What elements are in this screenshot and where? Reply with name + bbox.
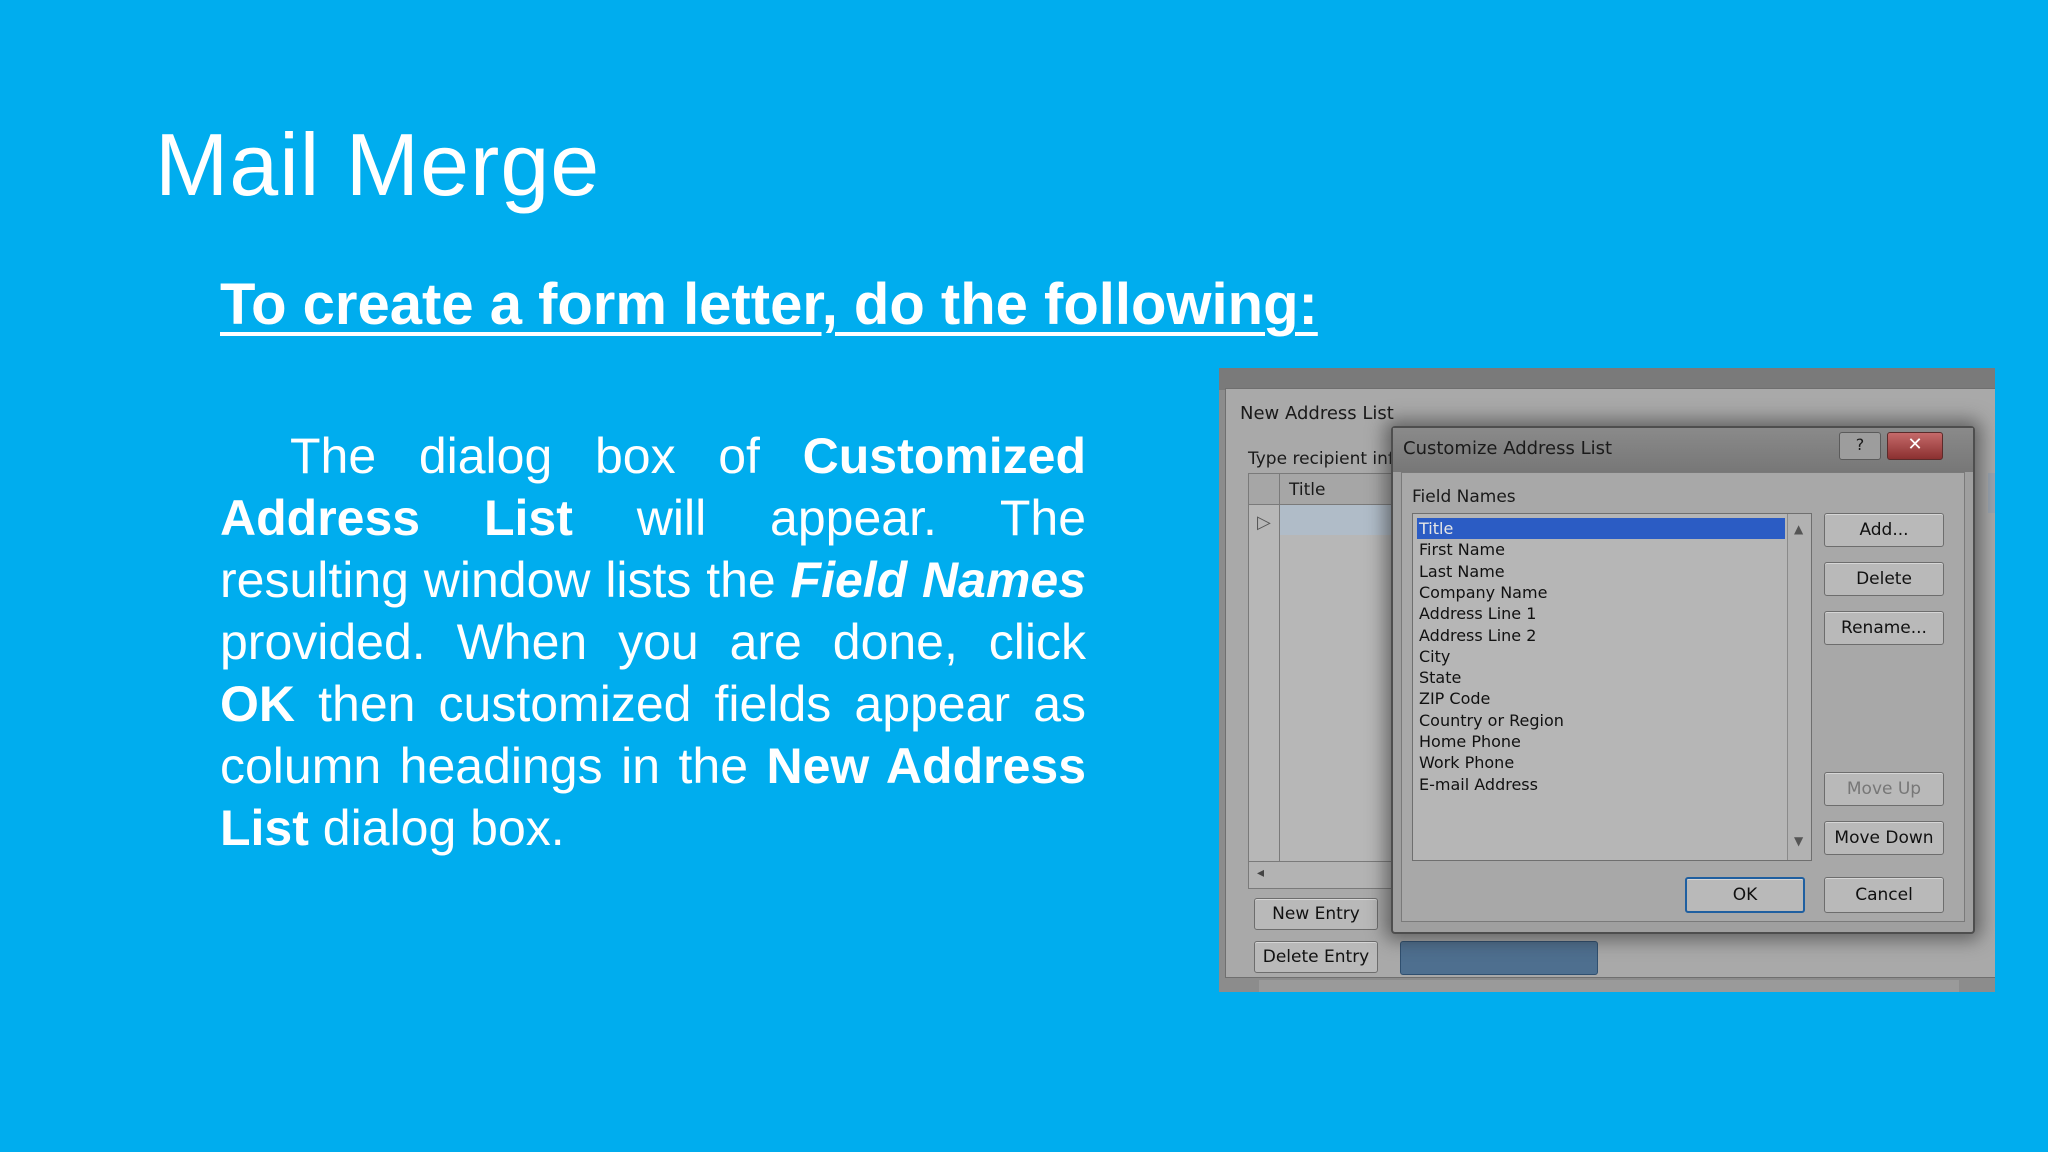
body-run: The dialog box of (290, 428, 803, 484)
field-list-item[interactable]: Company Name (1417, 582, 1785, 603)
scroll-up-icon[interactable]: ▲ (1794, 522, 1803, 536)
field-list-item[interactable]: Address Line 2 (1417, 625, 1785, 646)
field-list-item[interactable]: Title (1417, 518, 1785, 539)
body-bold-italic-field-names: Field Names (790, 552, 1087, 608)
screenshot-bottom-bar (1259, 980, 1959, 992)
field-list-item[interactable]: Work Phone (1417, 752, 1785, 773)
new-address-list-title: New Address List (1240, 403, 1394, 424)
move-up-button[interactable]: Move Up (1824, 772, 1944, 806)
list-vertical-scrollbar[interactable]: ▲ ▼ (1787, 514, 1811, 860)
scroll-down-icon[interactable]: ▼ (1794, 834, 1803, 848)
scroll-left-icon[interactable]: ◂ (1257, 865, 1264, 881)
customize-columns-button[interactable] (1400, 941, 1598, 975)
field-list-item[interactable]: Last Name (1417, 561, 1785, 582)
dialog-title: Customize Address List (1403, 438, 1613, 459)
field-names-label: Field Names (1412, 487, 1516, 507)
dialog-body: Field Names ▲ ▼ Title First Name Last Name… (1401, 472, 1965, 922)
screenshot-top-bar (1219, 368, 1995, 390)
body-bold-ok: OK (220, 676, 295, 732)
type-recipient-label: Type recipient info (1248, 449, 1405, 469)
delete-button[interactable]: Delete (1824, 562, 1944, 596)
slide-subtitle: To create a form letter, do the followin… (220, 272, 1318, 337)
body-run: dialog box. (308, 800, 565, 856)
row-pointer-icon: ▷ (1257, 512, 1271, 533)
move-down-button[interactable]: Move Down (1824, 821, 1944, 855)
slide-body-text: The dialog box of Customized Address Lis… (220, 425, 1086, 859)
field-list-item[interactable]: E-mail Address (1417, 774, 1785, 795)
cancel-button[interactable]: Cancel (1824, 877, 1944, 913)
customize-address-list-dialog: Customize Address List ? ✕ Field Names ▲… (1391, 426, 1975, 934)
dialog-title-bar[interactable]: Customize Address List ? ✕ (1393, 428, 1973, 472)
field-list-item[interactable]: State (1417, 667, 1785, 688)
field-names-list[interactable]: ▲ ▼ Title First Name Last Name Company Name… (1412, 513, 1812, 861)
dialog-screenshot: New Address List Type recipient info Tit… (1219, 368, 1995, 992)
field-list-item[interactable]: Address Line 1 (1417, 603, 1785, 624)
add-button[interactable]: Add... (1824, 513, 1944, 547)
close-icon[interactable]: ✕ (1887, 432, 1943, 460)
grid-column-title[interactable]: Title (1289, 480, 1325, 500)
field-list-item[interactable]: Country or Region (1417, 710, 1785, 731)
delete-entry-button[interactable]: Delete Entry (1254, 941, 1378, 973)
field-list-item[interactable]: ZIP Code (1417, 688, 1785, 709)
slide-title: Mail Merge (155, 115, 601, 214)
field-list-item[interactable]: First Name (1417, 539, 1785, 560)
body-run: provided. When you are done, click (220, 614, 1086, 670)
field-list-item[interactable]: Home Phone (1417, 731, 1785, 752)
help-button[interactable]: ? (1839, 432, 1881, 460)
field-list-item[interactable]: City (1417, 646, 1785, 667)
grid-right-edge (1988, 473, 1995, 513)
new-entry-button[interactable]: New Entry (1254, 898, 1378, 930)
ok-button[interactable]: OK (1685, 877, 1805, 913)
rename-button[interactable]: Rename... (1824, 611, 1944, 645)
